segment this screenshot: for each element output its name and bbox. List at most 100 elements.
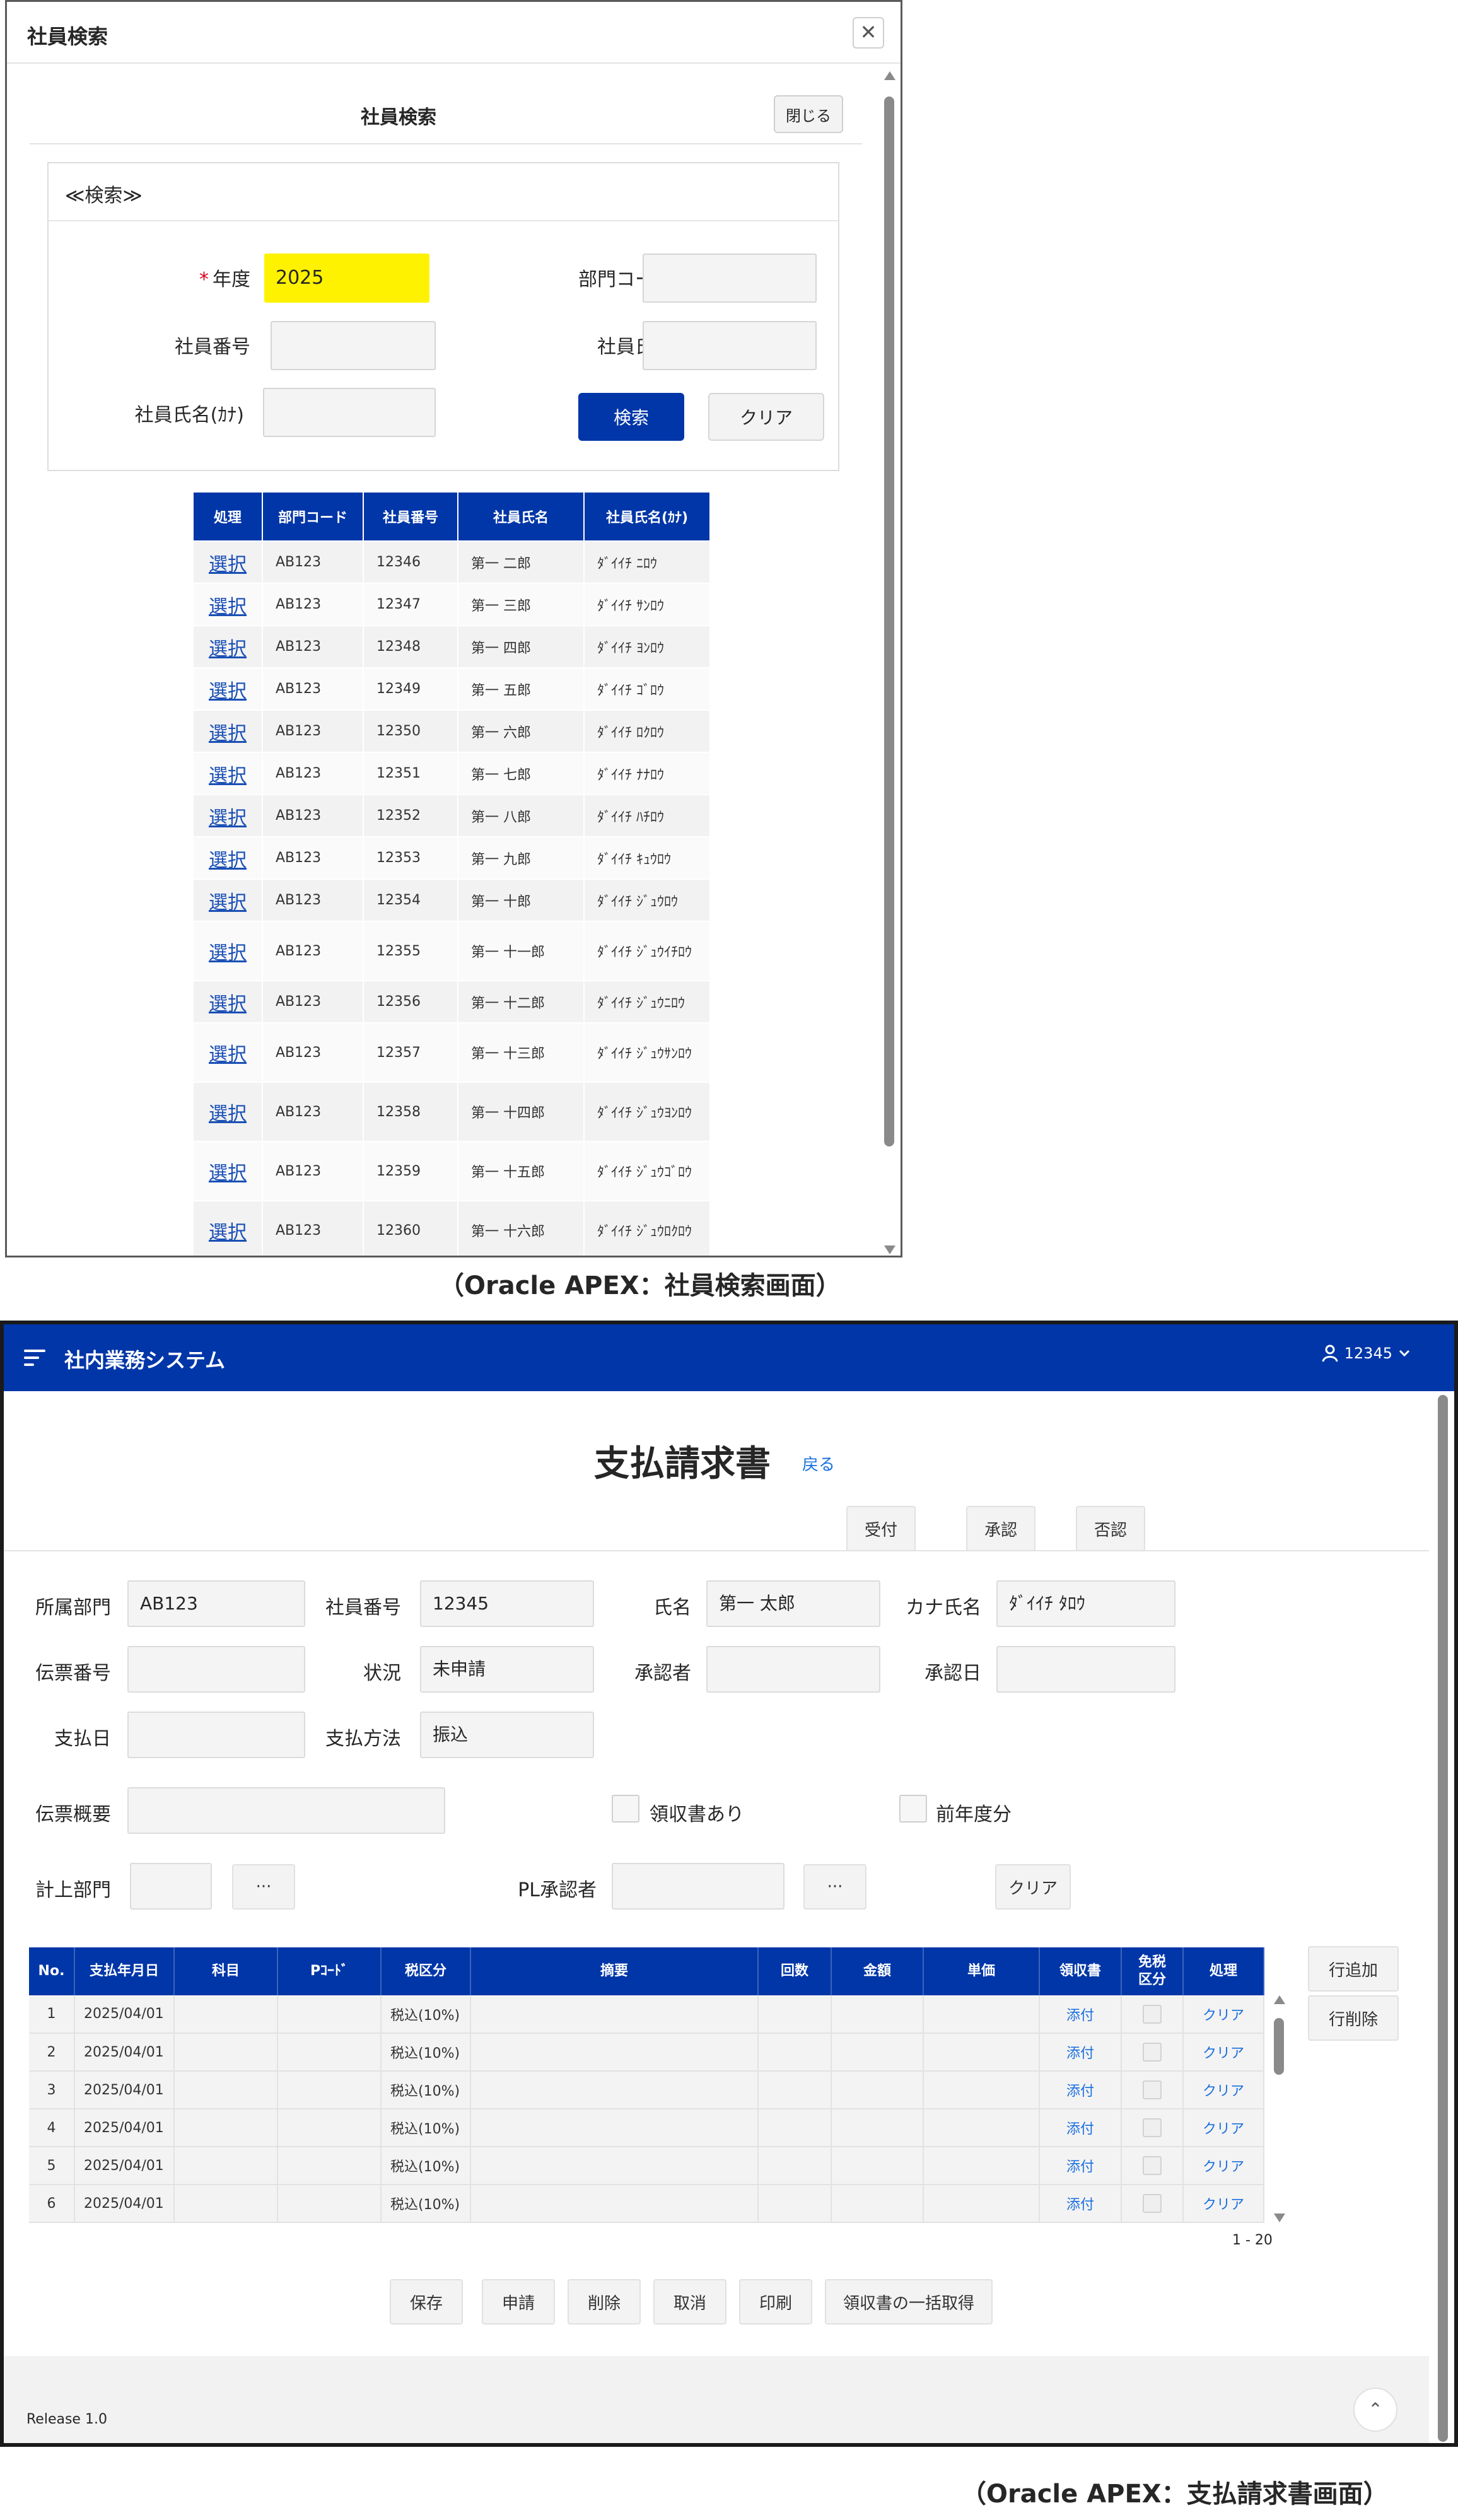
grid-cell[interactable] [758,2071,832,2109]
attach-link[interactable]: 添付 [1039,2033,1122,2072]
grid-cell[interactable] [174,2071,278,2109]
scroll-down-icon[interactable] [884,1245,895,1254]
attach-link[interactable]: 添付 [1039,1995,1122,2034]
grid-cell[interactable]: 税込(10%) [381,2071,471,2109]
select-link[interactable]: 選択 [209,892,247,914]
grid-cell[interactable]: 2025/04/01 [74,2147,175,2185]
grid-cell[interactable]: 2025/04/01 [74,2185,175,2223]
pay-date-field[interactable] [127,1712,305,1758]
grid-cell[interactable]: 税込(10%) [381,1995,471,2034]
grid-cell[interactable] [174,1995,278,2034]
grid-cell[interactable] [470,1995,759,2034]
year-field[interactable]: 2025 [264,254,429,303]
grid-cell[interactable]: 税込(10%) [381,2147,471,2185]
select-link[interactable]: 選択 [209,1103,247,1125]
grid-cell[interactable]: 2025/04/01 [74,2071,175,2109]
tax-exempt-checkbox[interactable] [1143,2118,1162,2137]
app-title[interactable]: 社内業務システム [64,1345,225,1374]
menu-icon[interactable] [24,1350,45,1366]
attach-link[interactable]: 添付 [1039,2071,1122,2109]
grid-cell[interactable] [923,2185,1040,2223]
kana-field[interactable]: ﾀﾞｲｲﾁ ﾀﾛｳ [996,1580,1175,1627]
grid-cell[interactable] [174,2185,278,2223]
select-link[interactable]: 選択 [209,765,247,787]
emp-name-field[interactable] [643,321,817,370]
print-button[interactable]: 印刷 [739,2279,812,2325]
scroll-down-icon[interactable] [1274,2214,1285,2222]
apply-button[interactable]: 申請 [482,2279,555,2325]
row-clear-link[interactable]: クリア [1183,2071,1264,2109]
grid-cell[interactable] [277,2147,382,2185]
approved-date-field[interactable] [996,1646,1175,1693]
tax-exempt-checkbox[interactable] [1143,2080,1162,2099]
delete-button[interactable]: 削除 [568,2279,641,2325]
delete-row-button[interactable]: 行削除 [1308,1995,1399,2041]
select-link[interactable]: 選択 [209,1222,247,1244]
grid-cell[interactable] [923,2147,1040,2185]
grid-cell[interactable] [277,1995,382,2034]
cancel-button[interactable]: 取消 [653,2279,726,2325]
search-button[interactable]: 検索 [578,393,684,441]
attach-link[interactable]: 添付 [1039,2147,1122,2185]
select-link[interactable]: 選択 [209,807,247,829]
grid-cell[interactable]: 2025/04/01 [74,1995,175,2034]
select-link[interactable]: 選択 [209,849,247,872]
add-row-button[interactable]: 行追加 [1308,1946,1399,1992]
grid-cell[interactable]: 税込(10%) [381,2185,471,2223]
tax-exempt-checkbox[interactable] [1143,2156,1162,2175]
approve-button[interactable]: 承認 [966,1506,1035,1551]
grid-cell[interactable] [758,1995,832,2034]
scroll-thumb[interactable] [1438,1395,1448,2442]
user-menu[interactable]: 12345 [1322,1345,1410,1362]
grid-cell[interactable] [758,2147,832,2185]
row-clear-link[interactable]: クリア [1183,1995,1264,2034]
dialog-scrollbar[interactable] [883,71,897,1256]
select-link[interactable]: 選択 [209,554,247,576]
grid-cell[interactable] [923,2033,1040,2072]
dept-field[interactable]: AB123 [127,1580,305,1627]
grid-cell[interactable] [277,2033,382,2072]
grid-cell[interactable]: 税込(10%) [381,2109,471,2147]
emp-no-field[interactable] [271,321,436,370]
row-clear-link[interactable]: クリア [1183,2147,1264,2185]
dept-code-field[interactable] [643,254,817,303]
prev-year-checkbox[interactable] [899,1795,927,1823]
scroll-thumb[interactable] [884,96,894,1146]
tax-exempt-checkbox[interactable] [1143,2043,1162,2062]
pl-approver-lookup-button[interactable]: ··· [803,1864,866,1910]
row-clear-link[interactable]: クリア [1183,2185,1264,2223]
clear-button[interactable]: クリア [995,1864,1071,1910]
select-link[interactable]: 選択 [209,1162,247,1184]
select-link[interactable]: 選択 [209,1044,247,1066]
close-button[interactable]: 閉じる [774,95,843,133]
grid-cell[interactable] [758,2185,832,2223]
save-button[interactable]: 保存 [390,2279,463,2325]
grid-cell[interactable] [923,1995,1040,2034]
emp-no-field[interactable]: 12345 [420,1580,594,1627]
attach-link[interactable]: 添付 [1039,2109,1122,2147]
grid-cell[interactable] [831,2147,924,2185]
row-clear-link[interactable]: クリア [1183,2033,1264,2072]
booking-dept-field[interactable] [130,1863,212,1910]
slip-no-field[interactable] [127,1646,305,1693]
row-clear-link[interactable]: クリア [1183,2109,1264,2147]
grid-cell[interactable] [174,2109,278,2147]
tax-exempt-checkbox[interactable] [1143,2004,1162,2024]
grid-cell[interactable] [174,2033,278,2072]
grid-cell[interactable] [831,2185,924,2223]
grid-cell[interactable] [277,2185,382,2223]
grid-cell[interactable] [758,2109,832,2147]
scroll-up-icon[interactable] [1274,1995,1285,2004]
emp-kana-field[interactable] [263,388,436,437]
select-link[interactable]: 選択 [209,596,247,618]
grid-cell[interactable] [470,2071,759,2109]
tax-exempt-checkbox[interactable] [1143,2194,1162,2213]
grid-cell[interactable] [277,2109,382,2147]
grid-cell[interactable] [831,2071,924,2109]
scroll-to-top-icon[interactable]: ⌃ [1353,2388,1397,2432]
name-field[interactable]: 第一 太郎 [706,1580,880,1627]
approver-field[interactable] [706,1646,880,1693]
page-scrollbar[interactable] [1437,1395,1450,2442]
grid-cell[interactable] [758,2033,832,2072]
grid-cell[interactable]: 2025/04/01 [74,2109,175,2147]
